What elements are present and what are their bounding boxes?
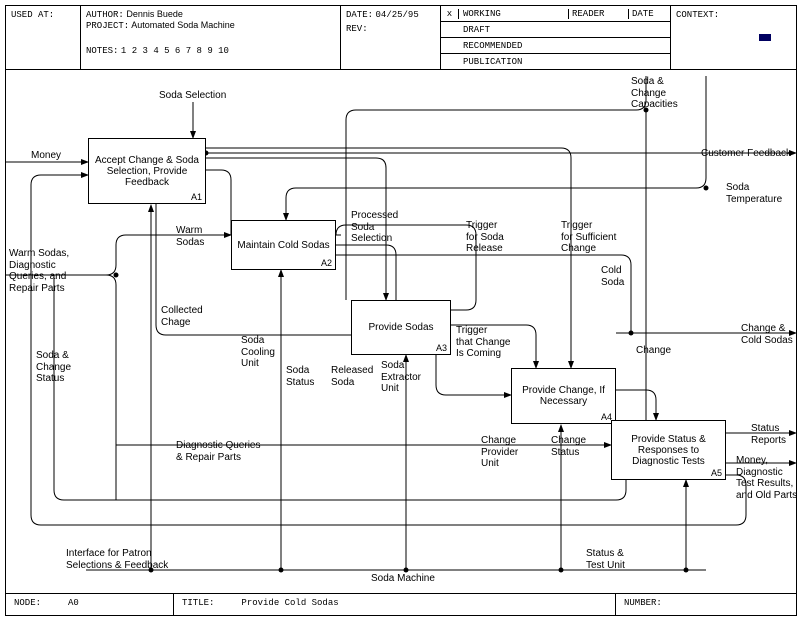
context-mark-icon: [759, 34, 771, 41]
project-label: PROJECT:: [86, 21, 129, 31]
box-a1: Accept Change & Soda Selection, Provide …: [88, 138, 206, 204]
footer: NODE: A0 TITLE: Provide Cold Sodas NUMBE…: [6, 593, 796, 615]
project-value: Automated Soda Machine: [131, 20, 235, 30]
notes-value: 1 2 3 4 5 6 7 8 9 10: [121, 46, 229, 56]
status-working: WORKING: [459, 9, 568, 19]
label-cold-soda: Cold Soda: [601, 265, 624, 288]
context-label: CONTEXT:: [676, 10, 719, 20]
box-a5: Provide Status & Responses to Diagnostic…: [611, 420, 726, 480]
used-at-cell: USED AT:: [6, 6, 81, 69]
box-a2-label: Maintain Cold Sodas: [236, 240, 331, 251]
label-soda-machine: Soda Machine: [371, 573, 435, 585]
label-soda-selection: Soda Selection: [159, 90, 226, 102]
label-change-status: Change Status: [551, 435, 586, 458]
date-col-label: DATE: [628, 9, 670, 19]
label-money: Money: [31, 150, 61, 162]
label-interface-patron: Interface for Patron Selections & Feedba…: [66, 548, 168, 571]
label-trigger-sufficient: Trigger for Sufficient Change: [561, 220, 616, 255]
title-cell: TITLE: Provide Cold Sodas: [174, 594, 616, 615]
box-a3-label: Provide Sodas: [356, 322, 446, 333]
label-processed: Processed Soda Selection: [351, 210, 398, 245]
label-warm-inputs: Warm Sodas, Diagnostic Queries, and Repa…: [9, 248, 69, 294]
label-change-cold: Change & Cold Sodas: [741, 323, 793, 346]
date-value: 04/25/95: [376, 10, 419, 20]
notes-label: NOTES:: [86, 46, 118, 56]
reader-label: READER: [568, 9, 628, 19]
label-soda-status: Soda Status: [286, 365, 314, 388]
box-a4: Provide Change, If Necessary A4: [511, 368, 616, 424]
box-a1-label: Accept Change & Soda Selection, Provide …: [93, 155, 201, 188]
box-a3-id: A3: [436, 343, 447, 353]
diagram-frame: USED AT: AUTHOR: Dennis Buede PROJECT: A…: [5, 5, 797, 616]
label-soda-cooling: Soda Cooling Unit: [241, 335, 275, 370]
box-a3: Provide Sodas A3: [351, 300, 451, 355]
rev-label: REV:: [346, 24, 368, 34]
date-cell: DATE: 04/25/95 REV:: [341, 6, 441, 69]
label-collected-chage: Collected Chage: [161, 305, 203, 328]
label-status-test: Status & Test Unit: [586, 548, 625, 571]
box-a2: Maintain Cold Sodas A2: [231, 220, 336, 270]
date-label: DATE:: [346, 10, 373, 20]
label-trigger-coming: Trigger that Change Is Coming: [456, 325, 511, 360]
label-money-diag: Money, Diagnostic Test Results, and Old …: [736, 455, 797, 501]
working-x: x: [441, 9, 459, 19]
number-cell: NUMBER:: [616, 594, 796, 615]
status-recommended: RECOMMENDED: [459, 41, 568, 51]
label-trigger-release: Trigger for Soda Release: [466, 220, 504, 255]
diagram-area: Accept Change & Soda Selection, Provide …: [6, 70, 796, 593]
box-a1-id: A1: [191, 192, 202, 202]
author-label: AUTHOR:: [86, 10, 124, 20]
used-at-label: USED AT:: [11, 10, 54, 20]
title-value: Provide Cold Sodas: [241, 598, 338, 608]
node-cell: NODE: A0: [6, 594, 174, 615]
box-a2-id: A2: [321, 258, 332, 268]
author-cell: AUTHOR: Dennis Buede PROJECT: Automated …: [81, 6, 341, 69]
status-draft: DRAFT: [459, 25, 568, 35]
status-cell: x WORKING READER DATE DRAFT RECOMMENDED …: [441, 6, 671, 69]
box-a5-label: Provide Status & Responses to Diagnostic…: [616, 434, 721, 467]
label-soda-temp: Soda Temperature: [726, 182, 782, 205]
label-soda-change-status: Soda & Change Status: [36, 350, 71, 385]
label-warm-sodas: Warm Sodas: [176, 225, 204, 248]
title-label: TITLE:: [182, 598, 214, 608]
label-customer-feedback: Customer Feedback: [701, 148, 791, 160]
box-a5-id: A5: [711, 468, 722, 478]
status-publication: PUBLICATION: [459, 57, 568, 67]
box-a4-label: Provide Change, If Necessary: [516, 385, 611, 407]
label-released-soda: Released Soda: [331, 365, 373, 388]
header: USED AT: AUTHOR: Dennis Buede PROJECT: A…: [6, 6, 796, 70]
number-label: NUMBER:: [624, 598, 662, 608]
label-extractor: Soda Extractor Unit: [381, 360, 421, 395]
label-status-reports: Status Reports: [751, 423, 786, 446]
context-cell: CONTEXT:: [671, 6, 796, 69]
label-capacities: Soda & Change Capacities: [631, 76, 678, 111]
node-value: A0: [68, 598, 79, 608]
label-change: Change: [636, 345, 671, 357]
node-label: NODE:: [14, 598, 41, 608]
label-change-provider: Change Provider Unit: [481, 435, 518, 470]
label-diagnostic-queries: Diagnostic Queries & Repair Parts: [176, 440, 260, 463]
author-value: Dennis Buede: [126, 9, 183, 19]
